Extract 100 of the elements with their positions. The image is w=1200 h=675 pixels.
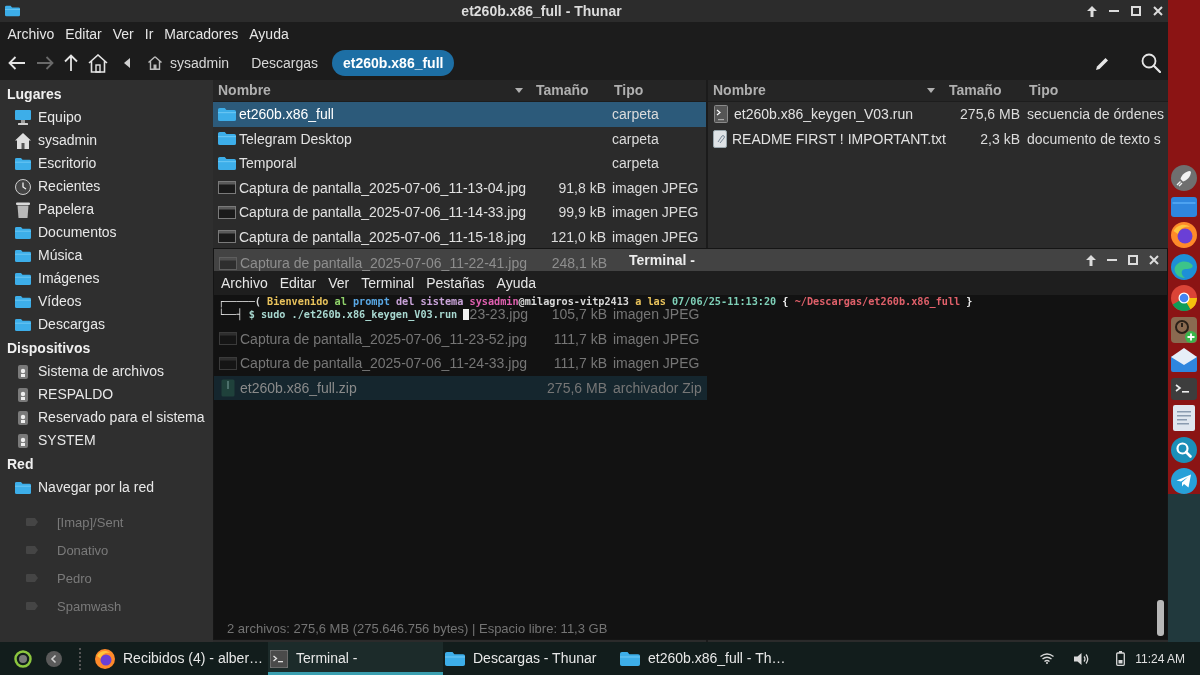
folder-icon bbox=[15, 225, 31, 240]
maximize-icon[interactable] bbox=[1128, 255, 1138, 265]
selected-file-row[interactable]: et260b.x86_full.zip 275,6 MB archivador Zip bbox=[214, 375, 707, 400]
sidebar-item[interactable]: Vídeos bbox=[0, 290, 213, 313]
maximize-icon[interactable] bbox=[1131, 6, 1141, 16]
file-type: carpeta bbox=[612, 107, 659, 122]
home-icon[interactable] bbox=[88, 53, 108, 73]
column-header[interactable]: Tamaño bbox=[530, 80, 608, 101]
menu-item[interactable]: Ayuda bbox=[490, 276, 542, 290]
taskbar-button[interactable]: et260b.x86_full - Th… bbox=[618, 642, 793, 675]
folder-icon bbox=[15, 156, 31, 171]
menu-item[interactable]: Archivo bbox=[215, 276, 274, 290]
sidebar-item[interactable]: Música bbox=[0, 244, 213, 267]
rocket-icon[interactable] bbox=[1171, 165, 1197, 191]
menu-item[interactable]: Pestañas bbox=[420, 276, 491, 290]
back-circle-icon[interactable] bbox=[46, 650, 62, 667]
flame-globe-icon[interactable] bbox=[1171, 222, 1197, 248]
up-arrow-icon[interactable] bbox=[64, 54, 78, 72]
file-name: 23-23.jpg bbox=[469, 308, 528, 321]
sidebar-item[interactable]: Sistema de archivos bbox=[0, 360, 213, 383]
menu-item[interactable]: Editar bbox=[273, 276, 323, 290]
sidebar-item[interactable]: Papelera bbox=[0, 198, 213, 221]
folder-icon bbox=[218, 131, 236, 147]
section-heading: Red bbox=[7, 457, 34, 471]
folder-icon bbox=[15, 271, 31, 286]
scrollbar-thumb[interactable] bbox=[1157, 600, 1164, 636]
folder-icon[interactable] bbox=[1171, 196, 1197, 217]
folder-icon bbox=[445, 650, 465, 667]
ring-icon[interactable] bbox=[14, 649, 32, 668]
image-file-icon bbox=[218, 205, 236, 219]
column-header[interactable]: Tipo bbox=[1022, 80, 1168, 101]
file-size: 248,1 kB bbox=[551, 257, 607, 269]
file-name: et260b.x86_full bbox=[239, 107, 334, 122]
close-icon[interactable] bbox=[1149, 255, 1159, 265]
sidebar-item[interactable]: Equipo bbox=[0, 106, 213, 129]
taskbar-button[interactable]: Terminal - bbox=[268, 642, 443, 675]
faded-label: Donativo bbox=[57, 543, 109, 557]
column-header[interactable]: Tamaño bbox=[942, 80, 1022, 101]
path-button[interactable]: et260b.x86_full bbox=[332, 50, 455, 76]
file-name: README FIRST ! IMPORTANT.txt bbox=[732, 131, 946, 146]
menu-item[interactable]: Ver bbox=[107, 27, 140, 41]
menu-item[interactable]: Marcadores bbox=[158, 27, 244, 41]
wave-circle-icon[interactable] bbox=[1171, 253, 1197, 280]
image-file-icon bbox=[219, 256, 237, 270]
sort-caret-icon[interactable] bbox=[515, 88, 523, 93]
menu-item[interactable]: Archivo bbox=[2, 27, 60, 41]
sidebar-item[interactable]: sysadmin bbox=[0, 129, 213, 152]
search-icon[interactable] bbox=[1141, 53, 1161, 73]
column-header[interactable]: Nombre bbox=[708, 80, 942, 101]
sidebar-item[interactable]: Navegar por la red bbox=[0, 476, 213, 499]
taskbar-button[interactable]: Descargas - Thunar bbox=[443, 642, 618, 675]
close-icon[interactable] bbox=[1153, 6, 1163, 16]
sidebar-item[interactable]: Documentos bbox=[0, 221, 213, 244]
scroll-left-caret-icon[interactable] bbox=[124, 58, 130, 68]
selected-file-row[interactable]: et260b.x86_full carpeta bbox=[213, 102, 706, 127]
file-type: secuencia de órdenes bbox=[1027, 107, 1164, 122]
clock-icon bbox=[15, 178, 31, 195]
battery-icon[interactable] bbox=[1116, 651, 1126, 666]
menu-item[interactable]: Editar bbox=[59, 27, 108, 41]
search-icon[interactable] bbox=[1171, 436, 1197, 463]
sort-caret-icon[interactable] bbox=[927, 88, 935, 93]
sidebar-item[interactable]: SYSTEM bbox=[0, 429, 213, 452]
file-type: carpeta bbox=[612, 156, 659, 171]
sidebar-item[interactable]: Imágenes bbox=[0, 267, 213, 290]
archive-file-icon bbox=[221, 378, 235, 397]
path-button[interactable]: sysadmin bbox=[140, 50, 238, 76]
column-header[interactable]: Nombre bbox=[213, 80, 530, 101]
paper-plane-icon[interactable] bbox=[1171, 468, 1197, 494]
up-arrow-icon[interactable] bbox=[1086, 254, 1096, 266]
column-header[interactable]: Tipo bbox=[608, 80, 706, 101]
status-text: 2 archivos: 275,6 MB (275.646.756 bytes) | Espacio libre: 11,3 GB bbox=[227, 621, 608, 635]
menu-item[interactable]: Ver bbox=[322, 276, 356, 290]
file-name: Captura de pantalla_2025-07-06_11-14-33.jpg bbox=[239, 205, 526, 220]
file-name: Captura de pantalla_2025-07-06_11-22-41.jpg bbox=[240, 257, 527, 269]
segmented-circle-icon[interactable] bbox=[1171, 285, 1197, 311]
pencil-icon[interactable] bbox=[1096, 56, 1109, 70]
flame-globe-icon bbox=[95, 648, 115, 669]
path-button[interactable]: Descargas bbox=[243, 50, 327, 76]
menu-item[interactable]: Terminal bbox=[355, 276, 421, 290]
folder-icon bbox=[218, 106, 236, 122]
sidebar-item[interactable]: Escritorio bbox=[0, 152, 213, 175]
envelope-icon[interactable] bbox=[1171, 348, 1197, 372]
taskbar-button[interactable]: Recibidos (4) - alber… bbox=[93, 642, 268, 675]
terminal-icon[interactable] bbox=[1171, 377, 1197, 400]
back-arrow-icon[interactable] bbox=[8, 56, 26, 70]
home-icon bbox=[15, 132, 31, 149]
menu-item[interactable]: Ir bbox=[139, 27, 159, 41]
clock-plus-icon[interactable] bbox=[1171, 316, 1197, 343]
wifi-icon[interactable] bbox=[1040, 653, 1055, 664]
menu-item[interactable]: Ayuda bbox=[243, 27, 295, 41]
file-type: imagen JPEG bbox=[612, 229, 699, 244]
sidebar-item[interactable]: RESPALDO bbox=[0, 383, 213, 406]
clock-time: 11:24 AM bbox=[1135, 652, 1185, 665]
sidebar-item[interactable]: Descargas bbox=[0, 313, 213, 336]
sidebar-item[interactable]: Reservado para el sistema bbox=[0, 406, 213, 429]
file-type: archivador Zip bbox=[613, 381, 702, 394]
up-arrow-icon[interactable] bbox=[1087, 5, 1097, 17]
volume-icon[interactable] bbox=[1074, 651, 1091, 666]
sidebar-item[interactable]: Recientes bbox=[0, 175, 213, 198]
file-size: 111,7 kB bbox=[553, 357, 607, 370]
